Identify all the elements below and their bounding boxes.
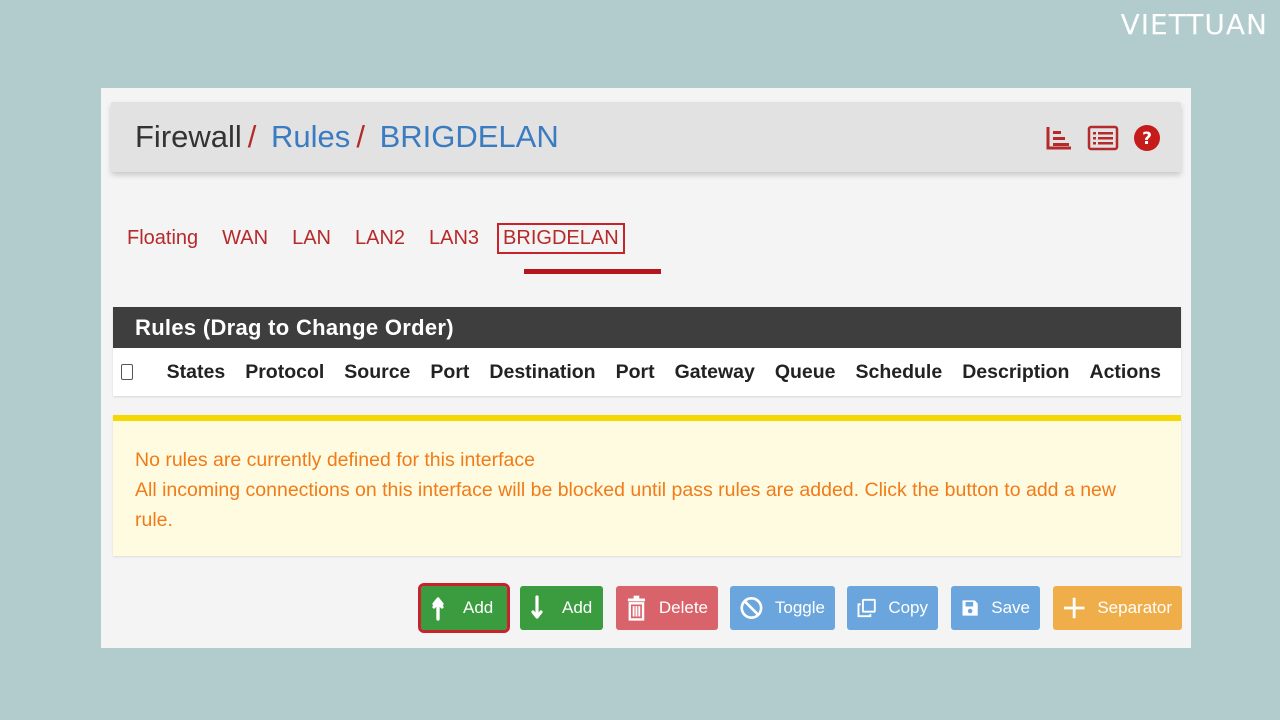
rules-table: Rules (Drag to Change Order) States Prot…	[113, 307, 1181, 396]
crumb-separator: /	[356, 119, 365, 154]
copy-icon	[857, 598, 876, 618]
ban-icon	[740, 596, 763, 620]
col-gateway: Gateway	[674, 360, 755, 383]
copy-button[interactable]: Copy	[847, 586, 938, 630]
tab-floating[interactable]: Floating	[121, 223, 204, 254]
rules-table-title: Rules (Drag to Change Order)	[113, 307, 1181, 348]
col-states: States	[166, 360, 226, 383]
toggle-label: Toggle	[774, 598, 825, 617]
crumb-firewall: Firewall	[135, 119, 242, 154]
list-icon[interactable]	[1087, 125, 1119, 151]
tab-lan3[interactable]: LAN3	[423, 223, 485, 254]
col-destination-port: Port	[615, 360, 655, 383]
select-all-checkbox[interactable]	[121, 364, 133, 380]
crumb-separator: /	[247, 119, 257, 154]
add-bottom-label: Add	[562, 598, 593, 617]
delete-button[interactable]: Delete	[616, 586, 718, 630]
chart-icon[interactable]	[1045, 125, 1073, 151]
col-source-port: Port	[430, 360, 470, 383]
save-label: Save	[991, 598, 1030, 617]
arrow-up-icon	[432, 597, 444, 621]
col-protocol: Protocol	[245, 360, 325, 383]
save-icon	[962, 600, 978, 616]
add-top-button[interactable]: Add	[418, 583, 510, 633]
col-queue: Queue	[774, 360, 836, 383]
header-icons: ?	[1045, 124, 1161, 152]
notice-line-2: All incoming connections on this interfa…	[135, 479, 1116, 531]
arrow-down-icon	[531, 595, 543, 619]
col-schedule: Schedule	[855, 360, 943, 383]
svg-text:?: ?	[1142, 129, 1152, 149]
col-destination: Destination	[489, 360, 596, 383]
delete-label: Delete	[658, 598, 708, 617]
save-button[interactable]: Save	[951, 586, 1040, 630]
brand-logo: VIETTUAN	[1120, 8, 1268, 41]
col-description: Description	[962, 360, 1070, 383]
firewall-rules-panel: Firewall / Rules / BRIGDELAN ? Floating …	[101, 88, 1191, 648]
toggle-button[interactable]: Toggle	[730, 586, 835, 630]
separator-button[interactable]: Separator	[1053, 586, 1182, 630]
trash-icon	[627, 595, 645, 621]
copy-label: Copy	[888, 598, 928, 617]
separator-label: Separator	[1097, 598, 1172, 617]
tab-wan[interactable]: WAN	[216, 223, 274, 254]
notice-line-1: No rules are currently defined for this …	[135, 449, 535, 471]
col-source: Source	[344, 360, 411, 383]
crumb-interface[interactable]: BRIGDELAN	[380, 119, 559, 154]
breadcrumb: Firewall / Rules / BRIGDELAN	[135, 119, 559, 155]
interface-tabs: Floating WAN LAN LAN2 LAN3 BRIGDELAN	[121, 223, 637, 254]
plus-icon	[1063, 597, 1085, 619]
tab-brigdelan[interactable]: BRIGDELAN	[497, 223, 625, 254]
tab-lan2[interactable]: LAN2	[349, 223, 411, 254]
page-header: Firewall / Rules / BRIGDELAN ?	[111, 102, 1181, 172]
tab-lan[interactable]: LAN	[286, 223, 337, 254]
add-bottom-button[interactable]: Add	[520, 586, 603, 630]
table-header-row: States Protocol Source Port Destination …	[113, 348, 1181, 396]
active-tab-underline	[524, 269, 661, 274]
col-actions: Actions	[1089, 360, 1161, 383]
crumb-rules[interactable]: Rules	[271, 119, 350, 154]
add-top-label: Add	[463, 598, 494, 617]
help-icon[interactable]: ?	[1133, 124, 1161, 152]
no-rules-notice: No rules are currently defined for this …	[113, 415, 1181, 556]
